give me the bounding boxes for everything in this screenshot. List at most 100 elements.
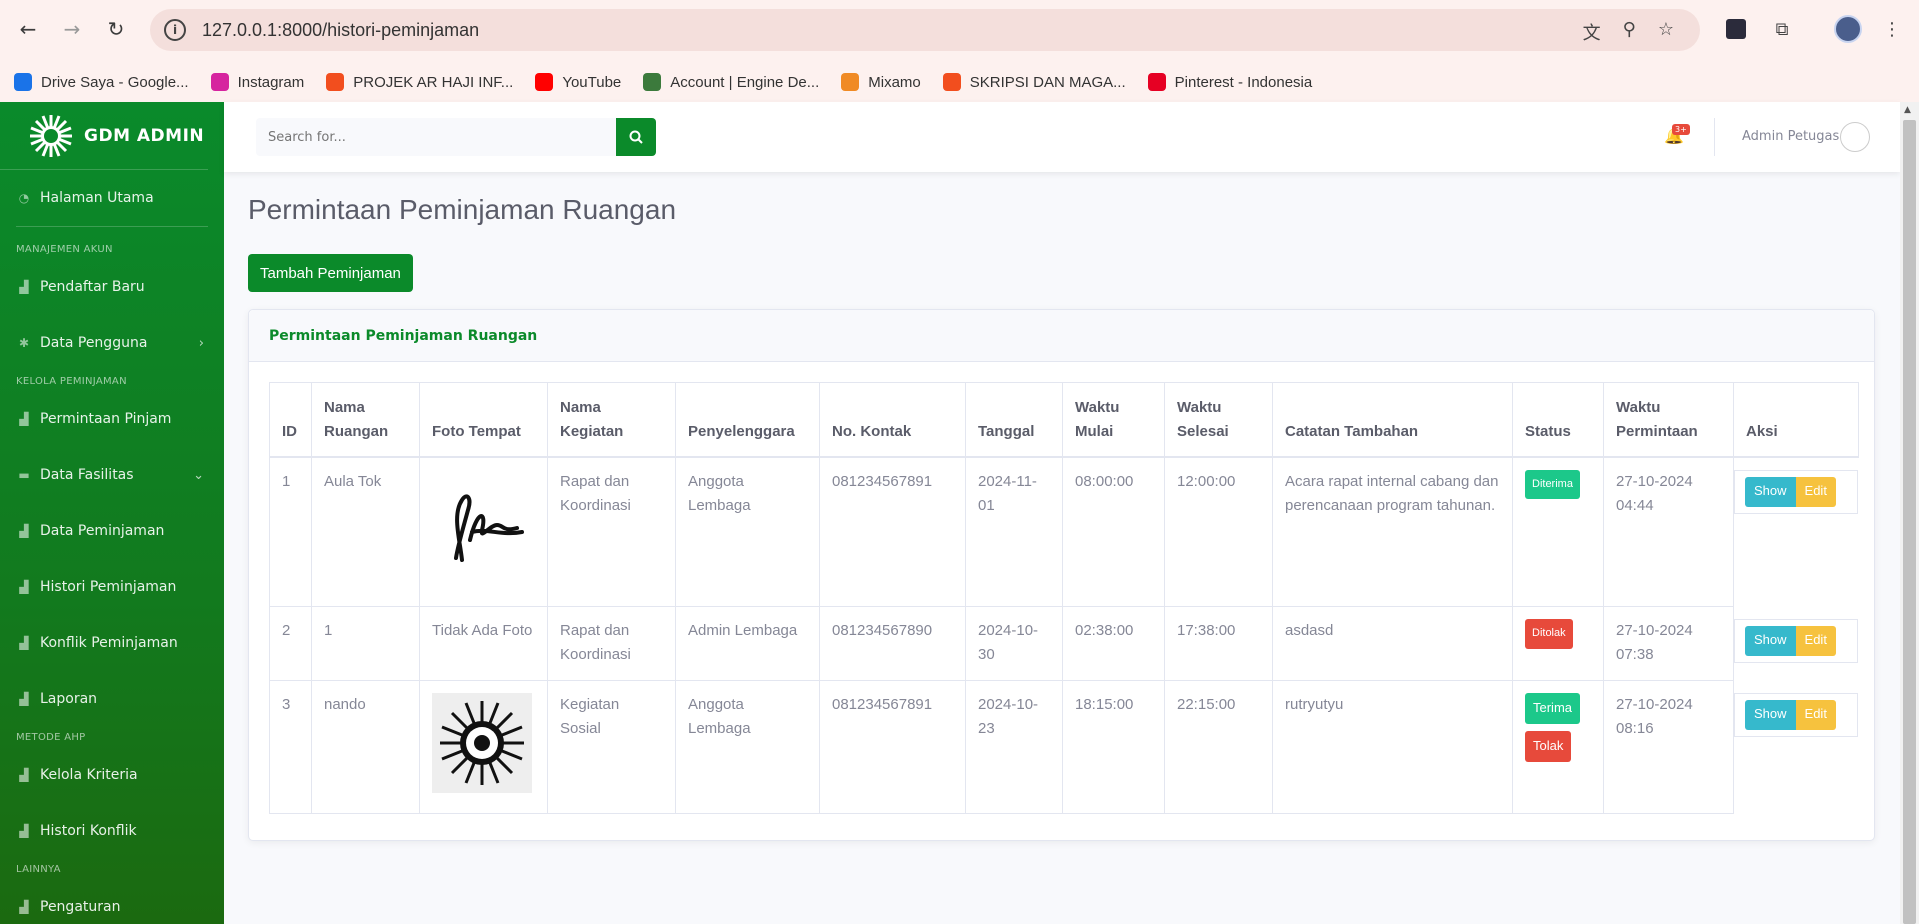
sidebar-item[interactable]: ▬ Data Fasilitas ⌄	[0, 447, 224, 503]
column-header: Catatan Tambahan	[1272, 382, 1513, 458]
sidebar-item-label: Halaman Utama	[40, 190, 154, 206]
chart-icon: ▟	[19, 412, 29, 426]
menu-dots-icon[interactable]: ⋮	[1878, 15, 1906, 43]
edit-button[interactable]: Edit	[1795, 699, 1836, 730]
cell-catatan: rutryutyu	[1272, 680, 1513, 814]
sidebar-item-label: Permintaan Pinjam	[40, 411, 172, 427]
sidebar-item[interactable]: ▟ Data Peminjaman	[0, 503, 224, 559]
bookmark-item[interactable]: Mixamo	[841, 73, 921, 91]
edit-button[interactable]: Edit	[1795, 476, 1836, 507]
reject-button[interactable]: Tolak	[1525, 730, 1572, 762]
topbar-divider	[1714, 118, 1715, 156]
sidebar-brand[interactable]: GDM ADMIN	[0, 102, 208, 170]
column-header: ID	[269, 382, 312, 458]
alerts-bell-icon[interactable]: 🔔 3+	[1664, 124, 1690, 145]
show-button[interactable]: Show	[1745, 476, 1796, 507]
chevron-icon: ⌄	[193, 467, 204, 483]
search-input[interactable]	[256, 118, 616, 156]
sidebar-item[interactable]: ✱ Data Pengguna ›	[0, 315, 224, 371]
sidebar-item-label: Kelola Kriteria	[40, 767, 138, 783]
url-text[interactable]: 127.0.0.1:8000/histori-peminjaman	[202, 20, 479, 41]
sidebar-item[interactable]: ▟ Pendaftar Baru	[0, 259, 224, 315]
puzzle-icon[interactable]: ⧉	[1768, 15, 1796, 43]
profile-avatar[interactable]	[1834, 15, 1862, 43]
photo-cell	[419, 456, 548, 607]
column-header: Status	[1512, 382, 1604, 458]
browser-toolbar: ← → ↻ i 127.0.0.1:8000/histori-peminjama…	[0, 0, 1919, 62]
forward-arrow-icon[interactable]: →	[56, 13, 88, 45]
column-header: Nama Ruangan	[311, 382, 420, 458]
search-icon	[629, 130, 643, 144]
sidebar-item[interactable]: ◔ Halaman Utama	[0, 170, 224, 226]
room-photo[interactable]	[432, 693, 532, 793]
bookmark-item[interactable]: SKRIPSI DAN MAGA...	[942, 73, 1126, 91]
bookmark-item[interactable]: YouTube	[535, 73, 621, 91]
bookmark-item[interactable]: Drive Saya - Google...	[14, 73, 189, 91]
sidebar-item[interactable]: ▟ Histori Konflik	[0, 803, 224, 859]
cell-kontak: 081234567890	[819, 606, 966, 681]
zoom-icon[interactable]: ⚲	[1623, 19, 1636, 45]
cell-actions: Show Edit	[1734, 607, 1858, 681]
room-photo[interactable]	[432, 470, 532, 570]
star-icon[interactable]: ☆	[1658, 19, 1674, 45]
address-bar[interactable]: i 127.0.0.1:8000/histori-peminjaman 文 ⚲ …	[150, 9, 1700, 51]
extension-icon[interactable]	[1722, 15, 1750, 43]
bookmark-favicon-icon	[326, 73, 345, 91]
table-row: 1 Aula Tok Rapat dan Koordinasi Anggota Lem…	[269, 456, 1858, 607]
cell-catatan: Acara rapat internal cabang dan perencan…	[1272, 456, 1513, 607]
bookmark-item[interactable]: PROJEK AR HAJI INF...	[326, 73, 513, 91]
column-header: No. Kontak	[819, 382, 966, 458]
cell-selesai: 12:00:00	[1164, 456, 1273, 607]
column-header: Tanggal	[965, 382, 1063, 458]
bookmark-favicon-icon	[535, 73, 554, 91]
sidebar-item[interactable]: ▟ Kelola Kriteria	[0, 747, 224, 803]
search-group	[256, 118, 656, 156]
cell-tanggal: 2024-10-30	[965, 606, 1063, 681]
show-button[interactable]: Show	[1745, 699, 1796, 730]
column-header: Foto Tempat	[419, 382, 548, 458]
sidebar-item[interactable]: ▟ Konflik Peminjaman	[0, 615, 224, 671]
search-button[interactable]	[616, 118, 656, 156]
user-name[interactable]: Admin Petugas	[1742, 129, 1839, 144]
sidebar-item[interactable]: ▟ Histori Peminjaman	[0, 559, 224, 615]
show-button[interactable]: Show	[1745, 625, 1796, 656]
add-booking-button[interactable]: Tambah Peminjaman	[248, 254, 413, 292]
sidebar-heading: MANAJEMEN AKUN	[16, 243, 113, 255]
back-arrow-icon[interactable]: ←	[12, 13, 44, 45]
cell-mulai: 08:00:00	[1062, 456, 1165, 607]
cell-request-time: 27-10-2024 07:38	[1603, 606, 1734, 681]
folder-icon: ▬	[18, 468, 30, 482]
photo-cell: Tidak Ada Foto	[419, 606, 548, 681]
cell-actions: Show Edit	[1734, 457, 1858, 607]
sidebar-item[interactable]: ▟ Laporan	[0, 671, 224, 727]
scroll-up-icon[interactable]: ▲	[1904, 105, 1911, 115]
bookmark-item[interactable]: Account | Engine De...	[643, 73, 819, 91]
site-info-icon[interactable]: i	[164, 19, 186, 41]
cell-status: Terima Tolak	[1512, 680, 1604, 814]
sidebar-item[interactable]: ▟ Pengaturan	[0, 879, 224, 924]
sidebar-item[interactable]: ▟ Permintaan Pinjam	[0, 391, 224, 447]
column-header: Waktu Permintaan	[1603, 382, 1734, 458]
edit-button[interactable]: Edit	[1795, 625, 1836, 656]
translate-icon[interactable]: 文	[1583, 19, 1601, 45]
page-title: Permintaan Peminjaman Ruangan	[248, 194, 677, 225]
cell-request-time: 27-10-2024 04:44	[1603, 456, 1734, 607]
cell-catatan: asdasd	[1272, 606, 1513, 681]
chart-icon: ▟	[19, 900, 29, 914]
user-avatar[interactable]	[1840, 122, 1870, 152]
reload-icon[interactable]: ↻	[100, 13, 132, 45]
sidebar-item-label: Histori Konflik	[40, 823, 137, 839]
action-group: Show Edit	[1734, 692, 1858, 737]
action-group: Show Edit	[1734, 618, 1858, 663]
bookmark-item[interactable]: Pinterest - Indonesia	[1147, 73, 1312, 91]
alerts-badge: 3+	[1672, 124, 1690, 135]
table-row: 2 1 Tidak Ada Foto Rapat dan Koordinasi Admi…	[269, 606, 1858, 681]
no-photo-text: Tidak Ada Foto	[432, 622, 533, 639]
accept-button[interactable]: Terima	[1525, 693, 1581, 724]
bookmarks-bar: Drive Saya - Google... Instagram PROJEK AR…	[0, 62, 1919, 102]
column-header: Nama Kegiatan	[547, 382, 676, 458]
brand-name: GDM ADMIN	[84, 125, 205, 146]
scrollbar-thumb[interactable]	[1903, 120, 1916, 924]
status-badge: Ditolak	[1525, 619, 1573, 649]
bookmark-item[interactable]: Instagram	[210, 73, 304, 91]
